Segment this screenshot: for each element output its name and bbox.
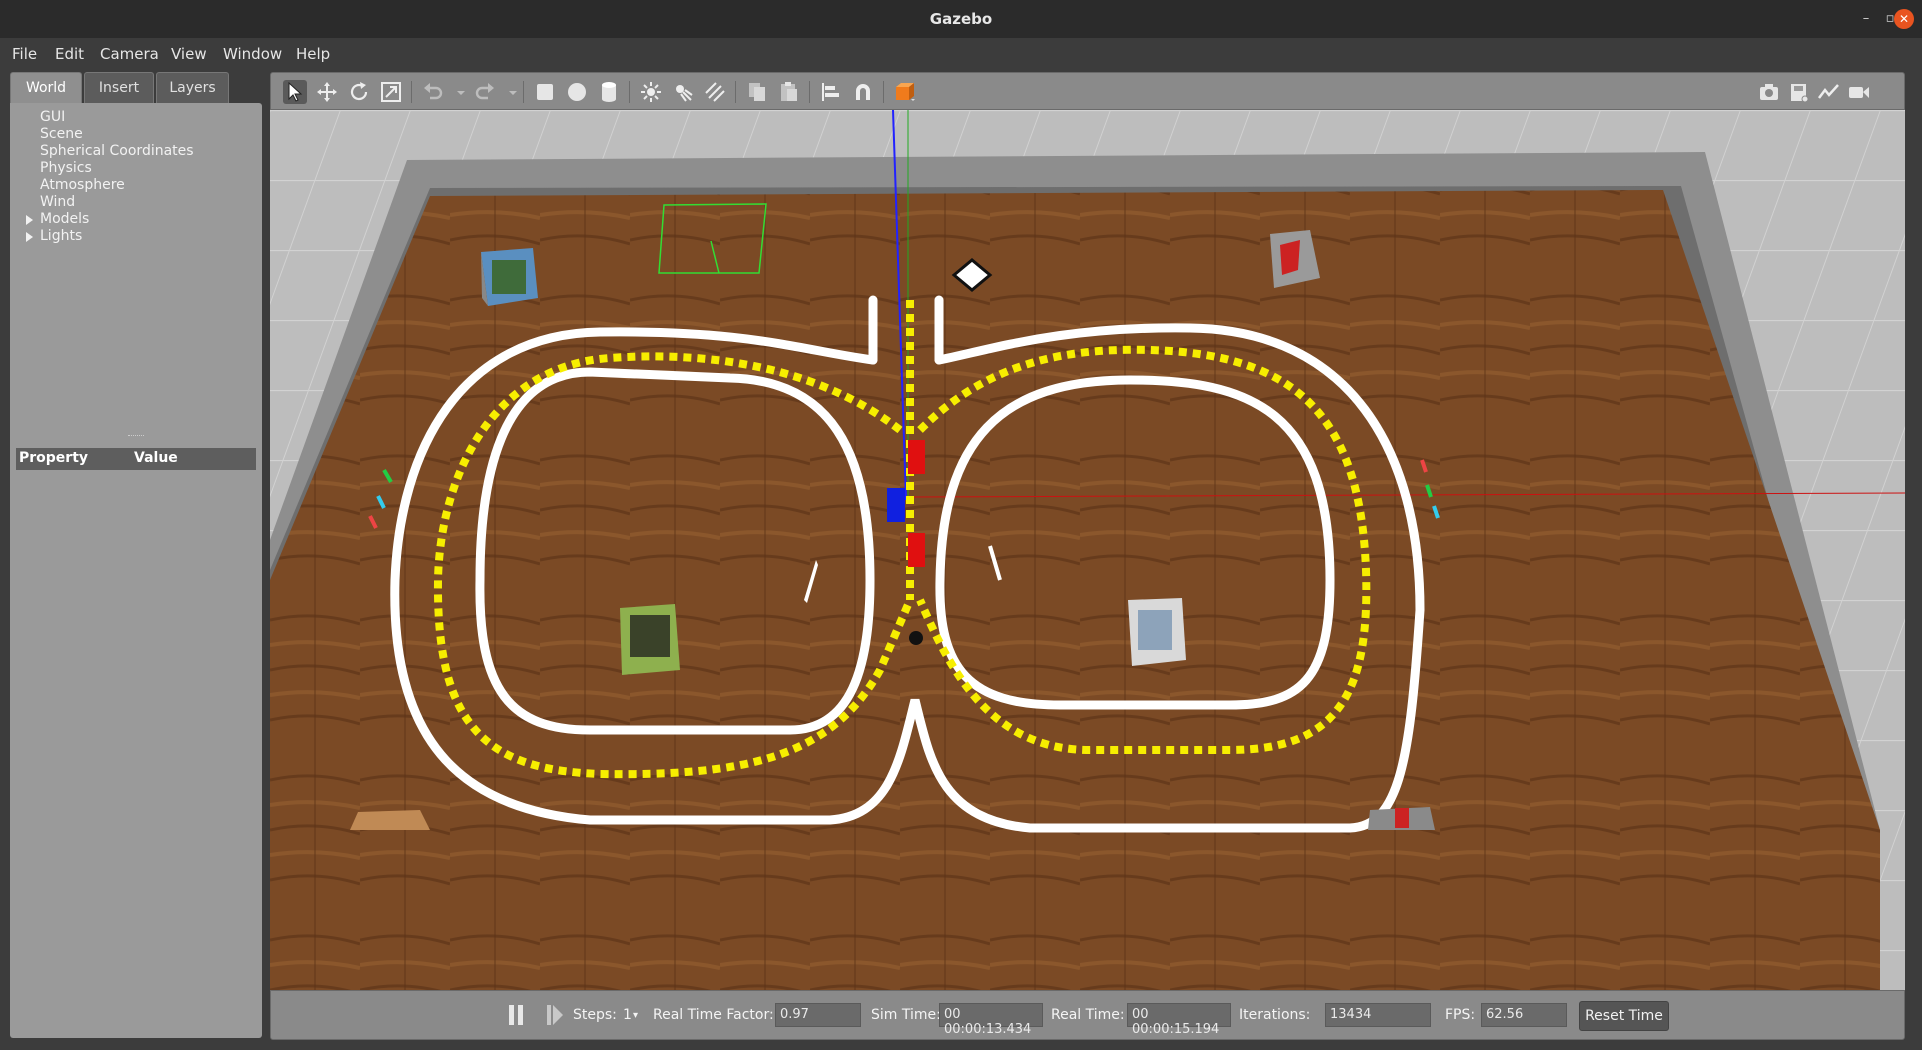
menu-help[interactable]: Help	[296, 45, 330, 63]
window-title: Gazebo	[929, 10, 993, 28]
tree-item-gui[interactable]: GUI	[40, 109, 65, 125]
iterations-field[interactable]: 13434	[1325, 1003, 1431, 1027]
rtf-label: Real Time Factor:	[653, 1007, 774, 1023]
tree-item-scene[interactable]: Scene	[40, 126, 83, 142]
translate-mode-icon[interactable]	[315, 80, 339, 104]
value-column-header: Value	[134, 450, 178, 466]
directional-light-icon[interactable]	[703, 80, 727, 104]
sim-time-field[interactable]: 00 00:00:13.434	[939, 1003, 1043, 1037]
picture-box-horses[interactable]	[481, 248, 538, 306]
tree-item-spherical-coordinates[interactable]: Spherical Coordinates	[40, 143, 194, 159]
picture-box-cat[interactable]	[350, 810, 430, 830]
menu-camera[interactable]: Camera	[100, 45, 159, 63]
rotate-mode-icon[interactable]	[347, 80, 371, 104]
expand-arrow-icon[interactable]	[26, 232, 33, 242]
render-widget: Steps: 1 ▾ Real Time Factor: 0.97 Sim Ti…	[270, 72, 1905, 1040]
redo-icon[interactable]	[473, 80, 497, 104]
wood-floor	[270, 190, 1880, 990]
reset-time-button[interactable]: Reset Time	[1579, 1001, 1669, 1031]
world-tree-panel: GUI Scene Spherical Coordinates Physics …	[10, 103, 262, 1038]
menu-view[interactable]: View	[171, 45, 207, 63]
property-column-header: Property	[19, 450, 89, 466]
scene-render[interactable]	[270, 110, 1905, 990]
picture-box-red[interactable]	[1368, 807, 1435, 830]
menu-window[interactable]: Window	[223, 45, 282, 63]
sim-time-label: Sim Time:	[871, 1007, 941, 1023]
cylinder-shape-icon[interactable]	[597, 80, 621, 104]
paste-icon[interactable]	[777, 80, 801, 104]
fps-field[interactable]: 62.56	[1481, 1003, 1567, 1027]
gazebo-window: Gazebo – ▫ ✕ File Edit Camera View Windo…	[0, 0, 1922, 1050]
splitter-handle[interactable]	[128, 435, 144, 439]
steps-spinbox[interactable]: 1	[623, 1007, 632, 1023]
plot-icon[interactable]	[1817, 80, 1841, 104]
red-marker	[908, 440, 925, 474]
close-icon[interactable]: ✕	[1894, 9, 1914, 29]
redo-history-icon[interactable]	[501, 80, 517, 104]
tree-item-atmosphere[interactable]: Atmosphere	[40, 177, 125, 193]
blue-marker	[887, 488, 905, 522]
copy-icon[interactable]	[745, 80, 769, 104]
tree-item-models[interactable]: Models	[40, 211, 89, 227]
real-time-label: Real Time:	[1051, 1007, 1125, 1023]
undo-icon[interactable]	[421, 80, 445, 104]
steps-label: Steps:	[573, 1007, 617, 1023]
top-toolbar	[270, 72, 1905, 110]
red-marker	[908, 533, 925, 567]
minimize-icon[interactable]: –	[1856, 9, 1876, 29]
menu-edit[interactable]: Edit	[55, 45, 84, 63]
3d-scene-viewport[interactable]	[270, 110, 1905, 990]
tab-insert[interactable]: Insert	[84, 72, 154, 103]
toolbar-separator	[411, 81, 412, 103]
point-light-icon[interactable]	[639, 80, 663, 104]
pause-icon[interactable]	[509, 1005, 525, 1025]
property-table-header: Property Value	[16, 448, 256, 470]
record-video-icon[interactable]	[1847, 80, 1871, 104]
toolbar-separator	[809, 81, 810, 103]
bottom-status-bar: Steps: 1 ▾ Real Time Factor: 0.97 Sim Ti…	[270, 990, 1905, 1040]
align-icon[interactable]	[819, 80, 843, 104]
left-panel: World Insert Layers GUI Scene Spherical …	[10, 72, 262, 1038]
toolbar-separator	[523, 81, 524, 103]
tree-item-lights[interactable]: Lights	[40, 228, 82, 244]
menu-file[interactable]: File	[12, 45, 37, 63]
log-icon[interactable]	[1787, 80, 1811, 104]
step-icon[interactable]	[547, 1005, 563, 1025]
toolbar-separator	[883, 81, 884, 103]
steps-dropdown-icon[interactable]: ▾	[633, 1010, 638, 1021]
toolbar-separator	[735, 81, 736, 103]
tab-world[interactable]: World	[10, 72, 82, 103]
tree-item-physics[interactable]: Physics	[40, 160, 92, 176]
toolbar-separator	[629, 81, 630, 103]
real-time-field[interactable]: 00 00:00:15.194	[1127, 1003, 1231, 1037]
robot-model[interactable]	[909, 631, 923, 645]
screenshot-icon[interactable]	[1757, 80, 1781, 104]
box-shape-icon[interactable]	[533, 80, 557, 104]
change-view-icon[interactable]	[893, 80, 917, 104]
tree-item-wind[interactable]: Wind	[40, 194, 75, 210]
fps-label: FPS:	[1445, 1007, 1476, 1023]
picture-box-cows[interactable]	[620, 604, 680, 675]
snap-icon[interactable]	[851, 80, 875, 104]
expand-arrow-icon[interactable]	[26, 215, 33, 225]
title-bar: Gazebo – ▫ ✕	[0, 0, 1922, 38]
spot-light-icon[interactable]	[671, 80, 695, 104]
undo-history-icon[interactable]	[449, 80, 465, 104]
iterations-label: Iterations:	[1239, 1007, 1311, 1023]
select-mode-icon[interactable]	[283, 80, 307, 104]
scale-mode-icon[interactable]	[379, 80, 403, 104]
sphere-shape-icon[interactable]	[565, 80, 589, 104]
menu-bar: File Edit Camera View Window Help	[0, 38, 1922, 72]
rtf-field[interactable]: 0.97	[775, 1003, 861, 1027]
picture-box-dog[interactable]	[1128, 598, 1186, 666]
tab-layers[interactable]: Layers	[156, 72, 229, 103]
